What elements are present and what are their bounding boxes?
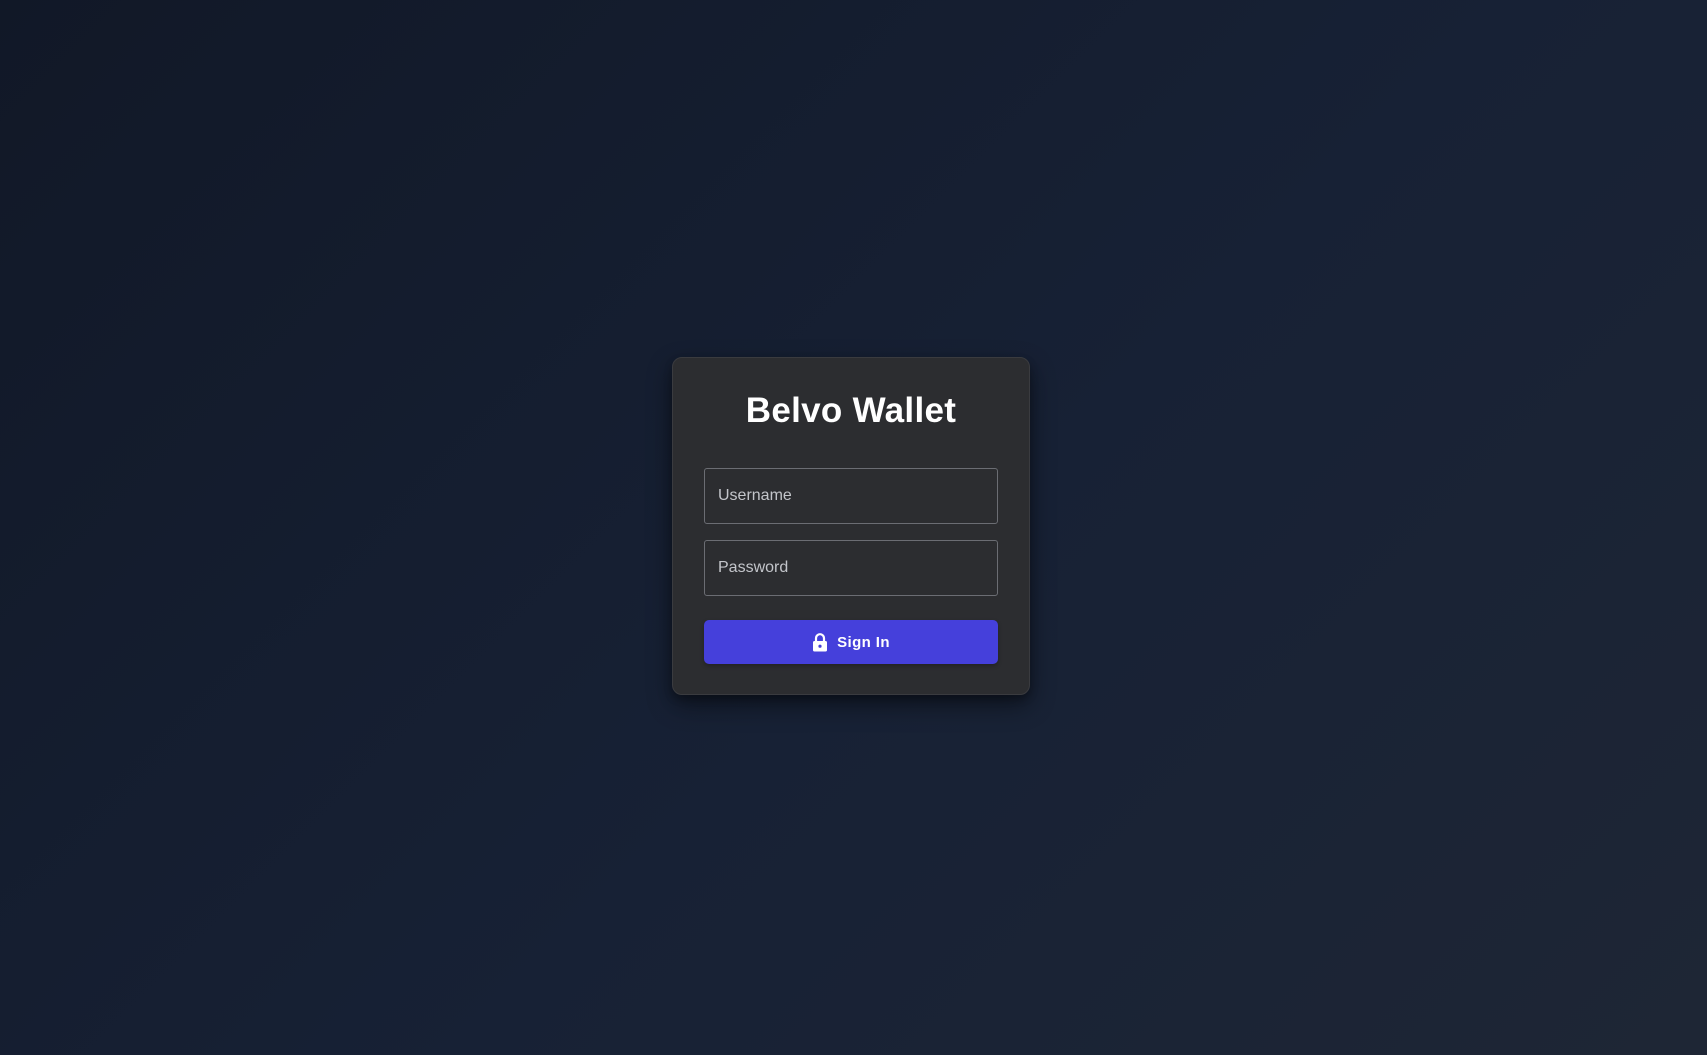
sign-in-button[interactable]: Sign In [704,620,998,664]
lock-icon [812,632,828,652]
username-input[interactable] [704,468,998,524]
sign-in-label: Sign In [837,633,890,651]
password-input[interactable] [704,540,998,596]
login-card: Belvo Wallet Sign In [672,357,1030,695]
app-title: Belvo Wallet [745,391,957,430]
